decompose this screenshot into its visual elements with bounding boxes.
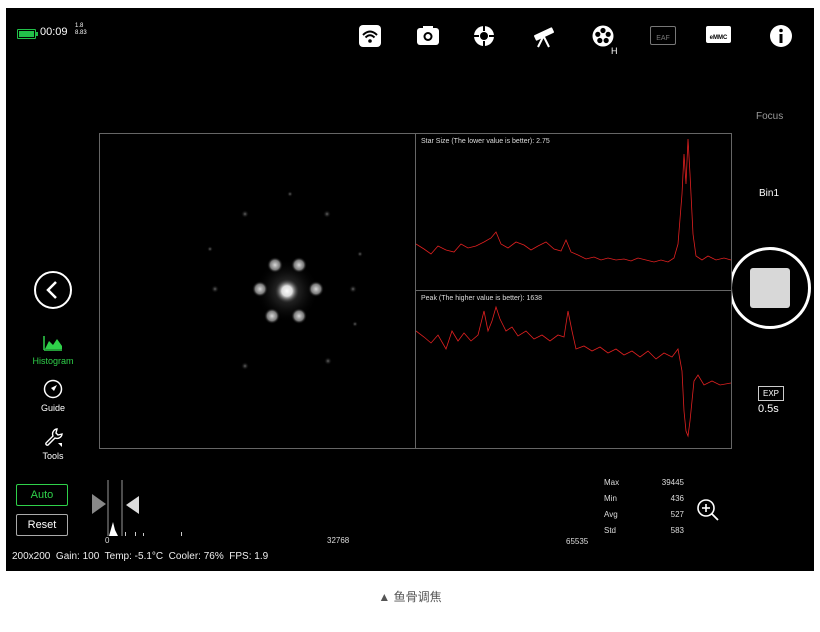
target-icon[interactable] [472,24,496,48]
image-viewer: Star Size (The lower value is better): 2… [99,133,732,449]
auto-button[interactable]: Auto [16,484,68,506]
mode-label[interactable]: Focus [756,111,783,122]
guide-label: Guide [40,403,66,413]
star-image[interactable] [100,134,415,448]
stat-value: 39445 [661,478,684,487]
star-size-line [416,138,731,263]
stat-value: 436 [670,494,684,503]
reset-button[interactable]: Reset [16,514,68,536]
star-size-graph: Star Size (The lower value is better): 2… [416,134,731,291]
stat-row-max: Max 39445 [604,478,684,487]
histogram-scale-mid: 32768 [327,536,350,545]
histogram-high-handle[interactable] [126,496,139,514]
back-button[interactable] [34,271,72,309]
emmc-icon[interactable]: eMMC [706,26,731,43]
capture-button[interactable] [729,247,811,329]
bin-label[interactable]: Bin1 [759,188,779,199]
guide-icon [43,379,63,399]
emmc-label: eMMC [709,35,728,41]
histogram-scale-min: 0 [105,536,110,545]
histogram-low-handle[interactable] [92,494,106,514]
wrench-icon [45,428,63,447]
status-value-bottom: 8.83 [75,30,87,36]
stat-value: 583 [670,526,684,535]
filter-wheel-icon[interactable] [591,24,615,48]
peak-graph: Peak (The higher value is better): 1638 [416,291,731,448]
stat-label: Std [604,526,617,535]
filter-wheel-label: H [611,46,618,56]
image-caption: ▲ 鱼骨调焦 [378,590,442,604]
eaf-icon[interactable]: EAF [650,26,676,45]
sidebar-item-histogram[interactable]: Histogram [28,334,78,366]
star-diffraction-pattern [207,191,363,370]
tools-label: Tools [42,451,64,461]
histogram-plot [107,480,182,536]
stat-label: Max [604,478,620,487]
status-value-top: 1.8 [75,23,84,29]
exp-button[interactable]: EXP [758,386,784,401]
histogram-icon [43,336,62,351]
stat-label: Min [604,494,617,503]
battery-icon [17,29,38,39]
sidebar-item-guide[interactable]: Guide [28,379,78,413]
zoom-in-icon[interactable] [696,498,720,522]
exp-value: 0.5s [758,403,779,415]
camera-icon[interactable] [416,24,440,48]
stat-value: 527 [670,510,684,519]
stat-row-std: Std 583 [604,526,684,535]
stat-row-min: Min 436 [604,494,684,503]
status-time: 00:09 [40,26,68,38]
histogram-scale-max: 65535 [566,537,589,546]
stat-row-avg: Avg 527 [604,510,684,519]
bottom-status-bar: 200x200 Gain: 100 Temp: -5.1°C Cooler: 7… [12,551,269,562]
app-screen: 00:09 1.8 8.83 H EAF eMMC Focus Bin1 EXP… [6,8,814,571]
telescope-icon[interactable] [531,24,555,48]
histogram-label: Histogram [32,356,74,366]
stop-icon [750,268,790,308]
stat-label: Avg [604,510,618,519]
sidebar-item-tools[interactable]: Tools [28,426,78,461]
peak-line [416,305,731,438]
eaf-label: EAF [656,35,670,42]
info-icon[interactable] [769,24,793,48]
wifi-icon[interactable] [358,24,382,48]
chevron-left-icon [46,281,57,299]
